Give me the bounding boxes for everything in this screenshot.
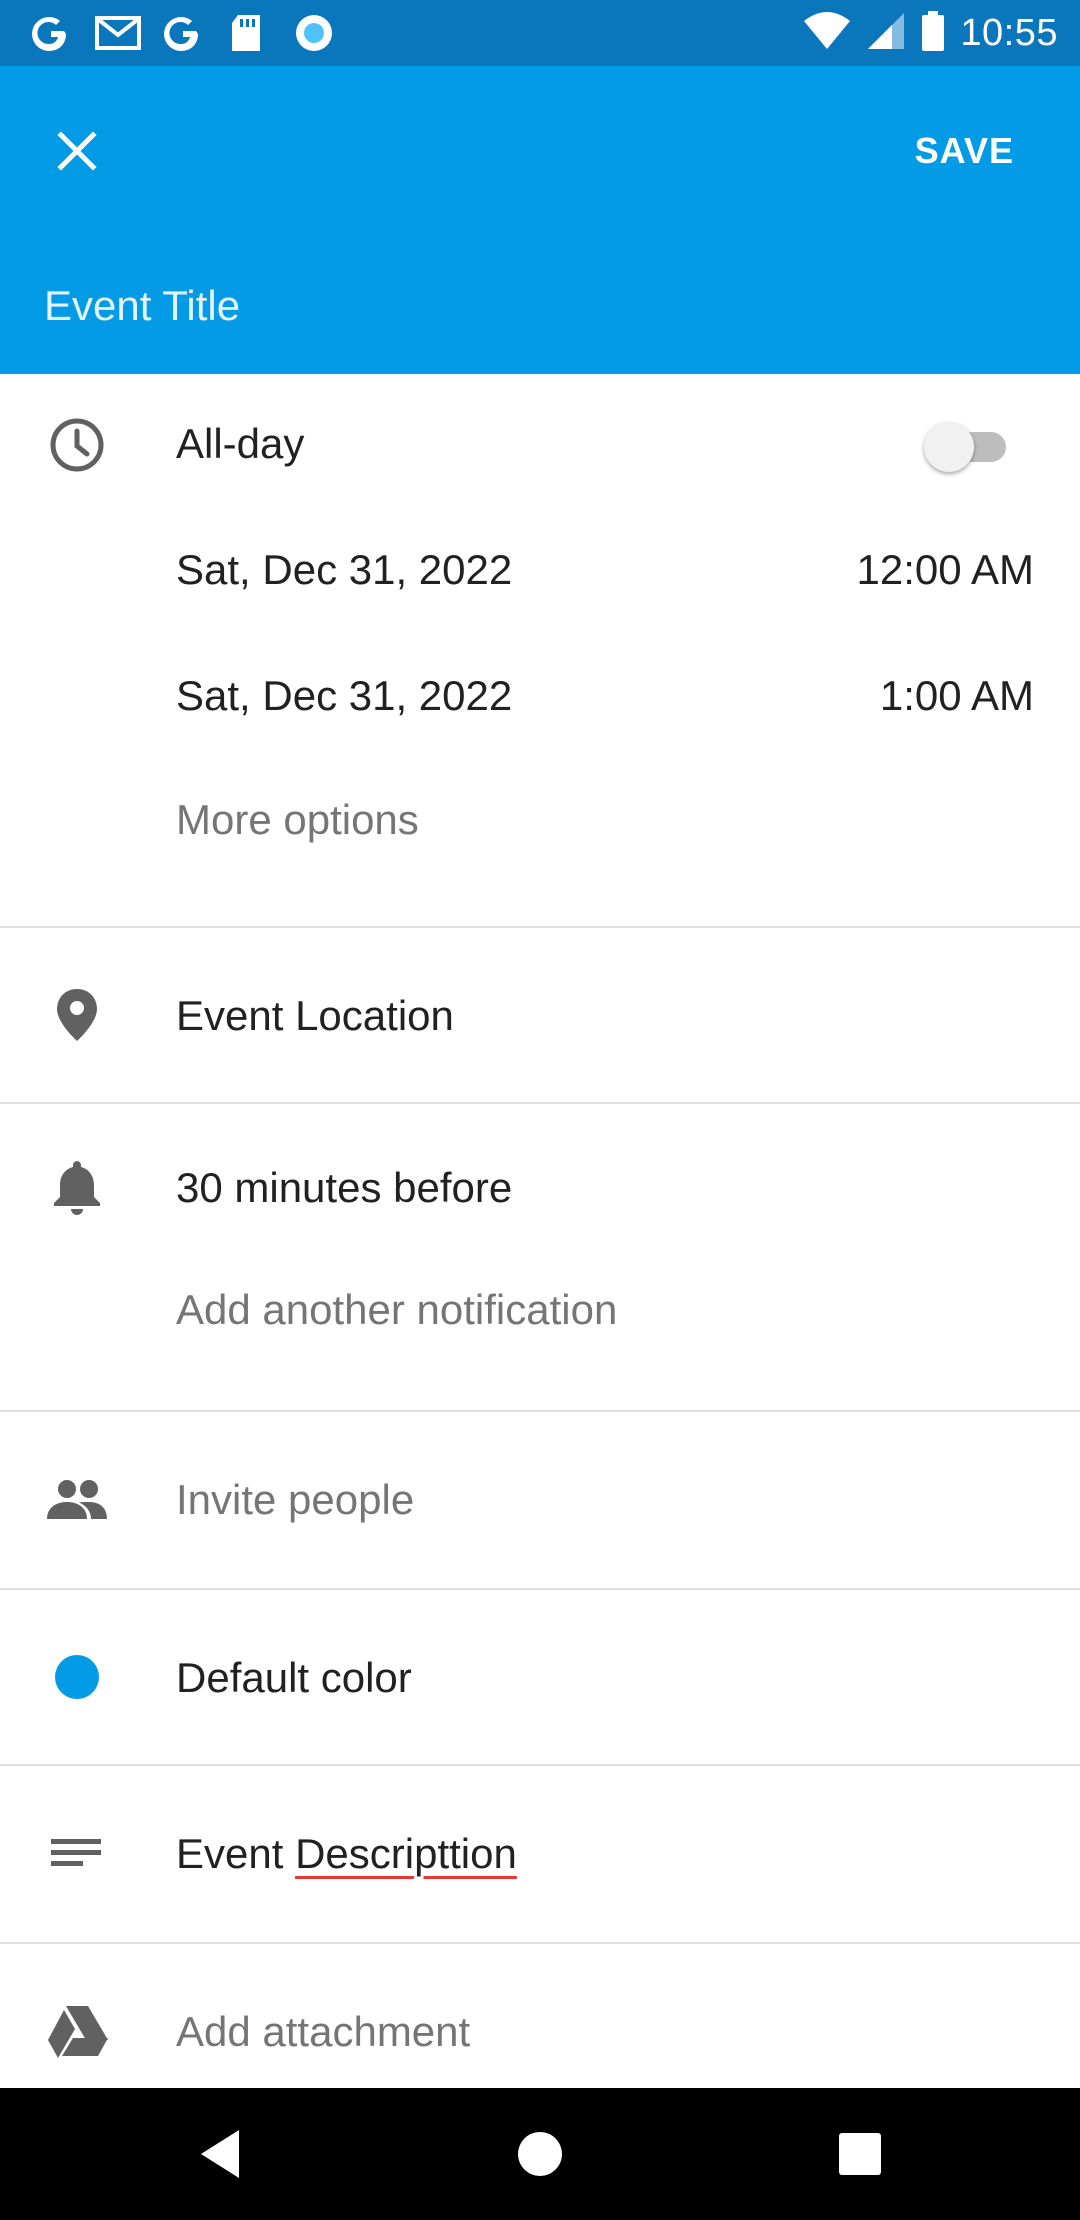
gmail-icon: [94, 11, 141, 55]
sd-card-icon: [226, 11, 270, 55]
event-title-input[interactable]: [44, 266, 1024, 346]
toggle-thumb: [924, 422, 974, 472]
notification-time[interactable]: 30 minutes before: [176, 1164, 512, 1212]
misspelled-word: Descripttion: [295, 1830, 517, 1877]
cell-signal-icon: [866, 11, 906, 56]
clock-icon: [42, 410, 112, 480]
more-options-link[interactable]: More options: [176, 796, 419, 844]
drive-icon: [42, 1996, 112, 2066]
back-icon: [201, 2130, 239, 2178]
notification-icons: [28, 10, 336, 56]
record-icon: [292, 11, 336, 55]
close-icon: [57, 131, 97, 171]
all-day-label: All-day: [176, 420, 305, 467]
app-bar: SAVE: [0, 66, 1080, 374]
add-notification-row[interactable]: Add another notification: [0, 1232, 1080, 1376]
end-time[interactable]: 1:00 AM: [880, 672, 1034, 720]
description-row[interactable]: Event Descripttion: [0, 1766, 1080, 1942]
back-button[interactable]: [180, 2118, 260, 2190]
wifi-icon: [802, 11, 852, 56]
battery-icon: [920, 9, 946, 58]
invite-people-field[interactable]: Invite people: [176, 1476, 414, 1524]
location-row[interactable]: Event Location: [0, 928, 1080, 1102]
google-g-icon: [28, 11, 72, 55]
notification-row[interactable]: 30 minutes before: [0, 1104, 1080, 1232]
people-icon: [42, 1464, 112, 1534]
home-button[interactable]: [500, 2118, 580, 2190]
end-row: Sat, Dec 31, 2022 1:00 AM: [0, 648, 1080, 772]
status-bar: 10:55: [0, 0, 1080, 66]
close-button[interactable]: [40, 114, 114, 188]
color-dot-icon: [42, 1642, 112, 1712]
start-date[interactable]: Sat, Dec 31, 2022: [176, 546, 512, 594]
location-pin-icon: [42, 980, 112, 1050]
start-time[interactable]: 12:00 AM: [857, 546, 1034, 594]
recents-button[interactable]: [820, 2118, 900, 2190]
start-row: Sat, Dec 31, 2022 12:00 AM: [0, 524, 1080, 648]
notes-icon: [42, 1818, 112, 1888]
event-location-field[interactable]: Event Location: [176, 992, 454, 1040]
bell-icon: [42, 1150, 112, 1220]
event-description-field[interactable]: Event Descripttion: [176, 1830, 517, 1878]
attachment-row[interactable]: Add attachment: [0, 1944, 1080, 2088]
end-date[interactable]: Sat, Dec 31, 2022: [176, 672, 512, 720]
color-swatch: [55, 1655, 99, 1699]
color-row[interactable]: Default color: [0, 1590, 1080, 1764]
default-color-label[interactable]: Default color: [176, 1654, 412, 1702]
invite-row[interactable]: Invite people: [0, 1412, 1080, 1588]
event-form: All-day Sat, Dec 31, 2022 12:00 AM Sat, …: [0, 374, 1080, 2088]
description-word: Event: [176, 1830, 284, 1877]
all-day-row[interactable]: All-day: [0, 374, 1080, 524]
navigation-bar: [0, 2088, 1080, 2220]
all-day-toggle[interactable]: [924, 420, 1008, 472]
status-time: 10:55: [960, 11, 1058, 54]
add-attachment-link[interactable]: Add attachment: [176, 2008, 470, 2056]
google-g-icon: [160, 11, 204, 55]
home-icon: [518, 2132, 562, 2176]
add-notification-link[interactable]: Add another notification: [176, 1286, 617, 1334]
recents-icon: [839, 2133, 881, 2175]
more-options-row[interactable]: More options: [0, 772, 1080, 896]
save-button[interactable]: SAVE: [895, 116, 1034, 186]
system-status: 10:55: [802, 8, 1058, 58]
